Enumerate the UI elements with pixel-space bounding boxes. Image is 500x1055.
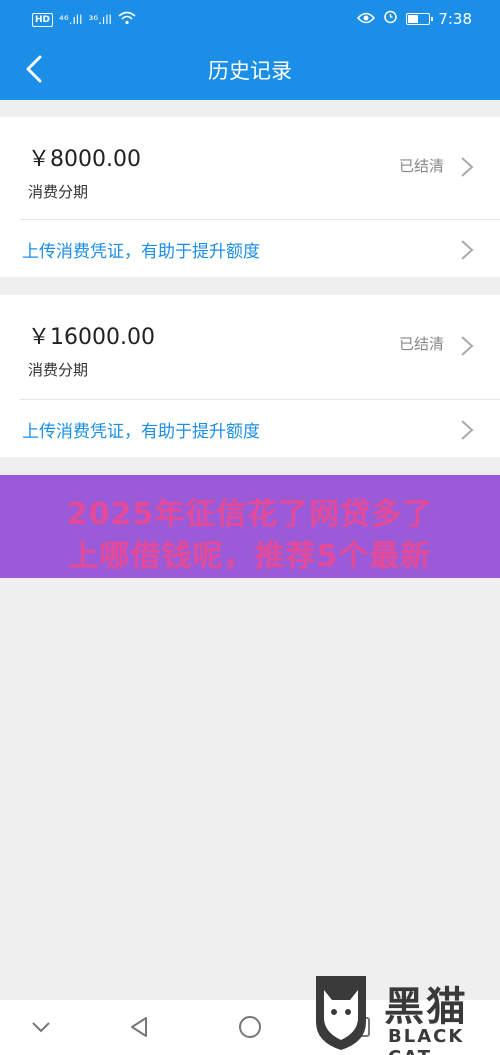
header-bar: 历史记录: [0, 38, 500, 100]
black-cat-watermark: 黑猫 BLACK CAT: [310, 970, 500, 1055]
circle-home-icon: [239, 1016, 261, 1038]
record-type: 消费分期: [28, 361, 89, 379]
chevron-right-icon: [460, 419, 474, 441]
status-right: 7:38: [357, 9, 472, 28]
watermark-cn-text: 黑猫: [384, 984, 468, 1030]
clock-time: 7:38: [438, 9, 472, 28]
eye-icon: [357, 10, 376, 28]
upload-proof-link-row[interactable]: 上传消费凭证，有助于提升额度: [0, 220, 500, 277]
hd-badge: HD: [32, 12, 54, 27]
record-card: ￥16000.00 消费分期 已结清 上传消费凭证，有助于提升额度: [0, 295, 500, 457]
chevron-down-icon: [32, 1022, 50, 1033]
triangle-back-icon: [131, 1017, 147, 1037]
record-card: ￥8000.00 消费分期 已结清 上传消费凭证，有助于提升额度: [0, 117, 500, 277]
black-cat-logo-icon: [316, 976, 366, 1050]
hide-nav-button[interactable]: [28, 1014, 54, 1040]
wifi-icon: [118, 11, 136, 28]
chevron-right-icon: [460, 156, 474, 178]
record-summary-row[interactable]: ￥8000.00 消费分期 已结清: [0, 117, 500, 219]
page-title: 历史记录: [208, 59, 292, 83]
battery-level: [408, 14, 419, 23]
watermark-en-text: BLACK CAT: [388, 1026, 465, 1055]
upload-proof-link-row[interactable]: 上传消费凭证，有助于提升额度: [0, 400, 500, 457]
promo-banner[interactable]: 2025年征信花了网贷多了 上哪借钱呢，推荐5个最新: [0, 475, 500, 578]
alarm-icon: [383, 9, 398, 28]
chevron-right-icon: [460, 239, 474, 261]
upload-proof-link[interactable]: 上传消费凭证，有助于提升额度: [22, 237, 260, 262]
promo-banner-line1: 2025年征信花了网贷多了: [66, 497, 434, 532]
system-home-button[interactable]: [237, 1014, 263, 1040]
signal-icon-2: ³⁶.ıll: [88, 12, 112, 27]
battery-icon: [406, 12, 434, 25]
status-bar: HD ⁴⁶.ıll ³⁶.ıll 7:38: [0, 0, 500, 38]
status-left: HD ⁴⁶.ıll ³⁶.ıll: [32, 11, 136, 28]
record-status: 已结清: [398, 157, 444, 175]
record-amount: ￥16000.00: [28, 325, 155, 350]
record-summary-row[interactable]: ￥16000.00 消费分期 已结清: [0, 295, 500, 399]
record-amount: ￥8000.00: [28, 147, 141, 172]
signal-icon: ⁴⁶.ıll: [59, 12, 83, 27]
record-status: 已结清: [398, 335, 444, 353]
upload-proof-link[interactable]: 上传消费凭证，有助于提升额度: [22, 417, 260, 442]
system-back-button[interactable]: [126, 1014, 152, 1040]
record-type: 消费分期: [28, 183, 89, 201]
chevron-right-icon: [460, 335, 474, 357]
promo-banner-line2: 上哪借钱呢，推荐5个最新: [68, 539, 432, 574]
